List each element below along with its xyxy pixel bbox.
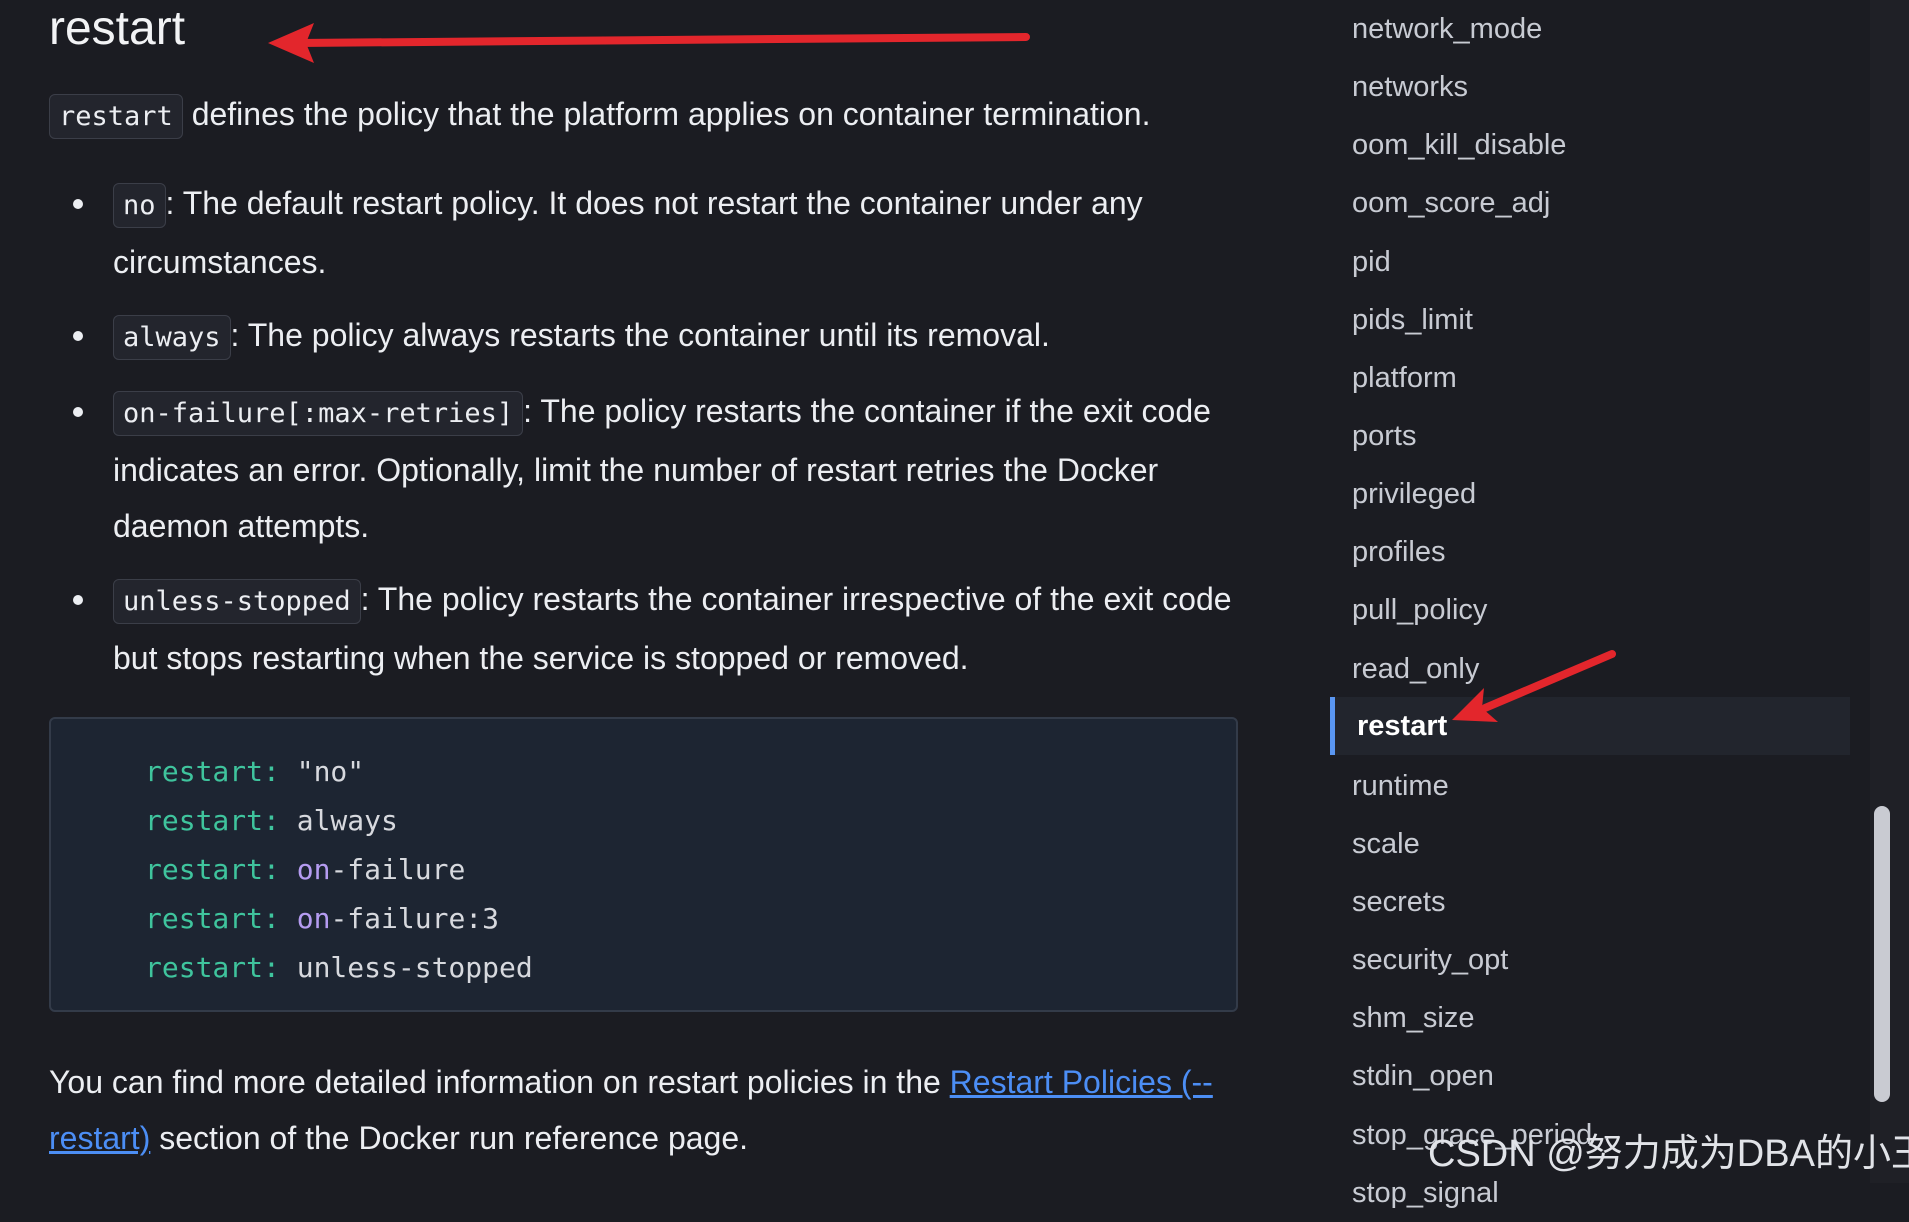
footer-text-before: You can find more detailed information o…: [49, 1064, 950, 1100]
toc-item-runtime[interactable]: runtime: [1330, 757, 1850, 815]
list-item: unless-stopped: The policy restarts the …: [49, 571, 1249, 686]
list-item: no: The default restart policy. It does …: [49, 175, 1249, 290]
list-item-text: : The default restart policy. It does no…: [113, 185, 1143, 280]
footer-paragraph: You can find more detailed information o…: [49, 1054, 1269, 1166]
toc-item-restart[interactable]: restart: [1330, 697, 1850, 755]
toc-item-pull-policy[interactable]: pull_policy: [1330, 581, 1850, 639]
code-line: restart: unless-stopped: [145, 951, 533, 984]
code-line: restart: "no": [145, 755, 365, 788]
toc-item-pids-limit[interactable]: pids_limit: [1330, 291, 1850, 349]
code-block[interactable]: restart: "no" restart: always restart: o…: [49, 717, 1238, 1012]
toc-item-privileged[interactable]: privileged: [1330, 465, 1850, 523]
toc-item-profiles[interactable]: profiles: [1330, 523, 1850, 581]
code-line: restart: on-failure: [145, 853, 466, 886]
toc-item-security-opt[interactable]: security_opt: [1330, 931, 1850, 989]
toc-item-stdin-open[interactable]: stdin_open: [1330, 1047, 1850, 1105]
inline-code: restart: [49, 94, 183, 139]
toc-item-oom-score-adj[interactable]: oom_score_adj: [1330, 174, 1850, 232]
toc-item-platform[interactable]: platform: [1330, 349, 1850, 407]
policy-list: no: The default restart policy. It does …: [49, 175, 1249, 703]
intro-paragraph: restart defines the policy that the plat…: [49, 86, 1269, 145]
inline-code: no: [113, 183, 166, 228]
toc-item-secrets[interactable]: secrets: [1330, 873, 1850, 931]
list-item: on-failure[:max-retries]: The policy res…: [49, 383, 1249, 554]
footer-text-after: section of the Docker run reference page…: [150, 1120, 749, 1156]
inline-code: unless-stopped: [113, 579, 361, 624]
scrollbar-thumb[interactable]: [1874, 806, 1890, 1102]
code-line: restart: on-failure:3: [145, 902, 500, 935]
toc-item-pid[interactable]: pid: [1330, 233, 1850, 291]
page-title: restart: [49, 2, 186, 55]
list-item-text: : The policy always restarts the contain…: [230, 317, 1050, 353]
code-line: restart: always: [145, 804, 398, 837]
toc-item-oom-kill-disable[interactable]: oom_kill_disable: [1330, 116, 1850, 174]
inline-code: always: [113, 315, 231, 360]
list-item: always: The policy always restarts the c…: [49, 307, 1249, 366]
toc-item-ports[interactable]: ports: [1330, 407, 1850, 465]
toc-item-networks[interactable]: networks: [1330, 58, 1850, 116]
intro-text: defines the policy that the platform app…: [182, 96, 1151, 132]
toc-item-network-mode[interactable]: network_mode: [1330, 0, 1850, 58]
doc-content: restart restart defines the policy that …: [0, 0, 1300, 1183]
toc-item-shm-size[interactable]: shm_size: [1330, 989, 1850, 1047]
inline-code: on-failure[:max-retries]: [113, 391, 524, 436]
toc-item-read-only[interactable]: read_only: [1330, 640, 1850, 698]
toc-item-scale[interactable]: scale: [1330, 815, 1850, 873]
watermark: CSDN @努力成为DBA的小王: [1428, 1133, 1909, 1175]
table-of-contents: network_mode networks oom_kill_disable oom_…: [1330, 0, 1870, 1209]
